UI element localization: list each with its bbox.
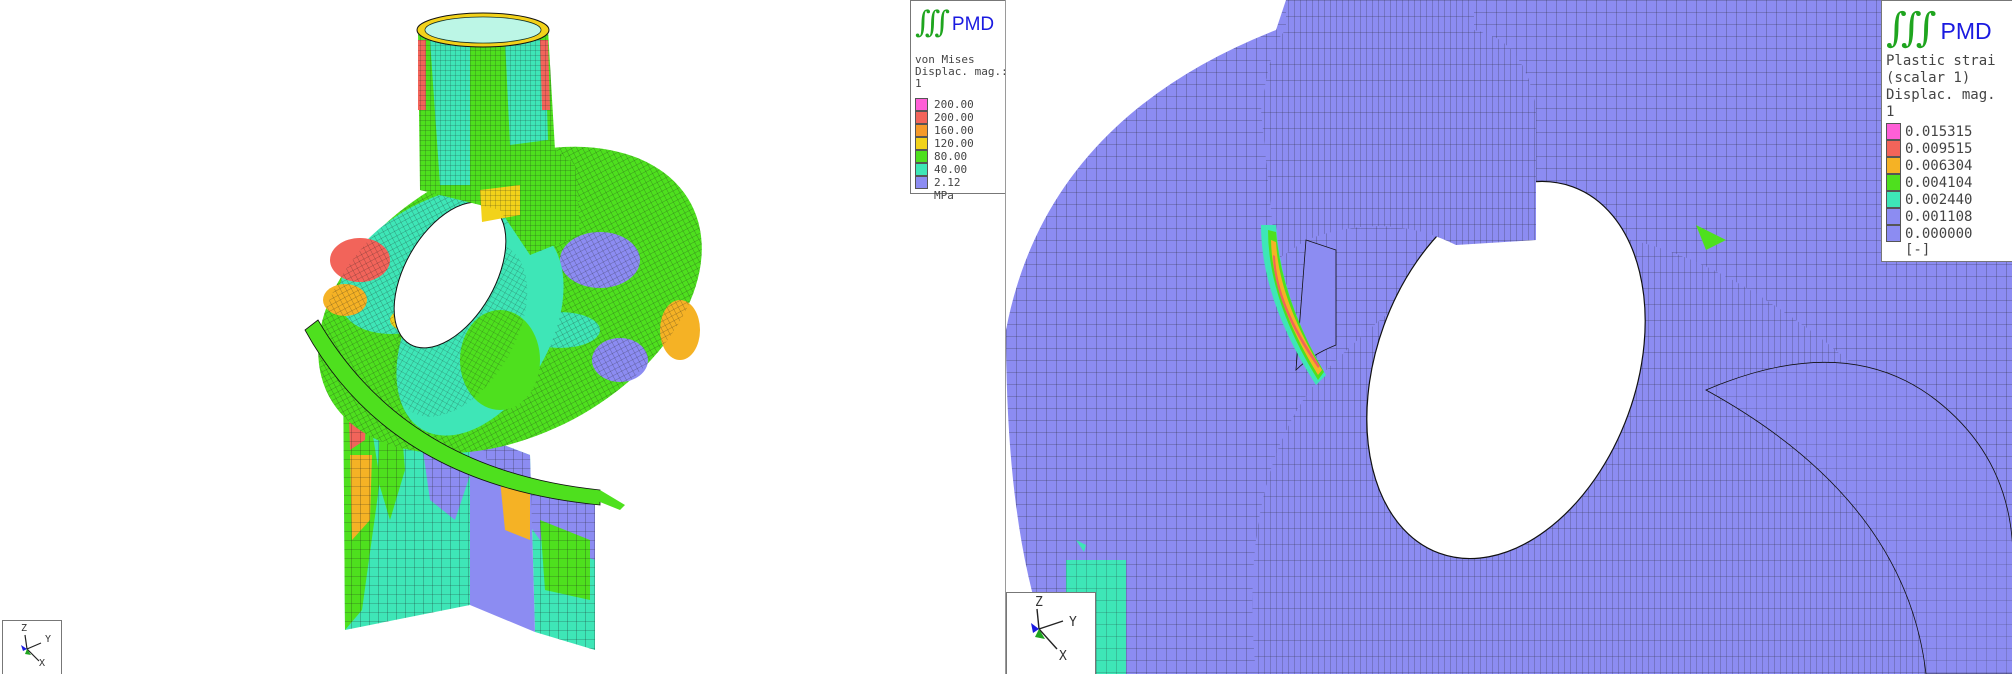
legend-unit: [-] [1905, 242, 1931, 258]
color-swatch [1886, 174, 1901, 191]
color-swatch [915, 163, 928, 176]
viewport-left[interactable]: ∫∫∫ PMD von Mises Displac. mag.: 1 200.0… [0, 0, 1005, 674]
legend-level: 0.015315 [1886, 123, 2012, 140]
color-swatch [915, 150, 928, 163]
legend-displacement: Displac. mag. [1886, 87, 1996, 103]
legend-level: 120.00 [915, 137, 1005, 150]
color-swatch [1886, 191, 1901, 208]
fe-model-von-mises [304, 12, 702, 650]
legend-level: 160.00 [915, 124, 1005, 137]
color-swatch [1886, 225, 1901, 242]
pmd-logo: ∫∫∫ PMD [1886, 5, 1992, 51]
axis-label-y: Y [45, 634, 52, 645]
axis-triad: Z Y X [1006, 592, 1096, 674]
axis-label-x: X [1059, 649, 1067, 664]
axis-label-z: Z [21, 623, 28, 634]
pmd-logo: ∫∫∫ PMD [915, 5, 995, 40]
legend-von-mises: ∫∫∫ PMD von Mises Displac. mag.: 1 200.0… [910, 0, 1005, 202]
legend-level: 0.001108 [1886, 208, 2012, 225]
color-swatch [915, 176, 928, 189]
integral-logo-icon: ∫∫∫ [1886, 5, 1936, 51]
legend-subtitle: (scalar 1) [1886, 70, 1971, 86]
color-swatch [1886, 208, 1901, 225]
color-swatch [1886, 157, 1901, 174]
fe-model-plastic-strain [1006, 0, 2012, 674]
color-scale: 0.015315 0.009515 0.006304 0.004104 0.00… [1886, 123, 2012, 258]
legend-level: 200.00 [915, 111, 1005, 124]
axis-triad-icon [21, 634, 42, 662]
legend-subtitle: Displac. mag.: [915, 65, 1005, 78]
legend-level: 2.12 [915, 176, 1005, 189]
legend-level: 0.000000 [1886, 225, 2012, 242]
legend-level: 200.00 [915, 98, 1005, 111]
integral-logo-icon: ∫∫∫ [915, 5, 950, 40]
legend-title: Plastic strai [1886, 53, 1996, 69]
legend-scale-factor: 1 [915, 77, 922, 90]
axis-label-z: Z [1035, 595, 1043, 610]
legend-level: 80.00 [915, 150, 1005, 163]
axis-label-y: Y [1069, 615, 1077, 630]
axis-label-x: X [39, 658, 46, 669]
legend-level: 0.006304 [1886, 157, 2012, 174]
color-swatch [1886, 123, 1901, 140]
axis-triad-icon [1031, 608, 1064, 650]
color-swatch [915, 98, 928, 111]
color-swatch [1886, 140, 1901, 157]
legend-unit: MPa [934, 189, 954, 202]
color-swatch [915, 124, 928, 137]
viewport-right[interactable]: ∫∫∫ PMD Plastic strai (scalar 1) Displac… [1005, 0, 2012, 674]
color-scale: 200.00 200.00 160.00 120.00 80.00 40.00 … [915, 98, 1005, 202]
legend-level: 40.00 [915, 163, 1005, 176]
legend-plastic-strain: ∫∫∫ PMD Plastic strai (scalar 1) Displac… [1881, 0, 2012, 262]
legend-scale-factor: 1 [1886, 104, 1895, 120]
color-swatch [915, 111, 928, 124]
color-swatch [915, 137, 928, 150]
legend-level: 0.009515 [1886, 140, 2012, 157]
axis-triad: Z Y X [2, 620, 62, 674]
legend-level: 0.004104 [1886, 174, 2012, 191]
legend-level: 0.002440 [1886, 191, 2012, 208]
